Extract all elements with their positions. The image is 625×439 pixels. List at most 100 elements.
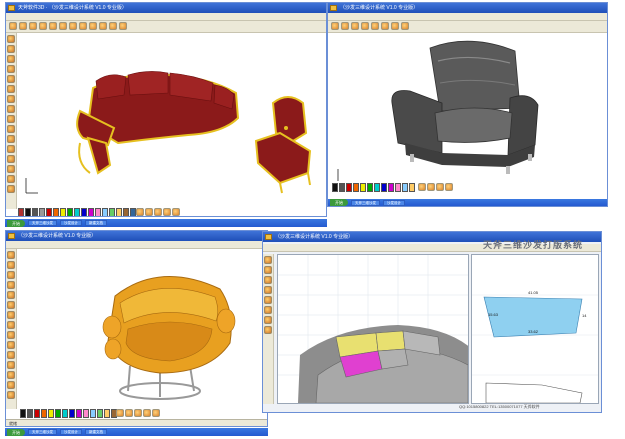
- pane-2d-pattern[interactable]: 41.05 15.63 33.62 14: [471, 254, 599, 404]
- sofa-tool-icon[interactable]: [7, 185, 15, 193]
- color-swatch-icon[interactable]: [48, 409, 54, 418]
- round-chair-3d-model[interactable]: [102, 276, 236, 400]
- color-swatch-icon[interactable]: [27, 409, 33, 418]
- color-swatch-icon[interactable]: [353, 183, 359, 192]
- sofa-tool-icon[interactable]: [7, 135, 15, 143]
- color-swatch-icon[interactable]: [360, 183, 366, 192]
- sofa-tool-icon[interactable]: [7, 95, 15, 103]
- sofa-tool-icon[interactable]: [264, 326, 272, 334]
- material-icon[interactable]: [427, 183, 435, 191]
- color-swatch-icon[interactable]: [67, 208, 73, 216]
- sofa-tool-icon[interactable]: [7, 321, 15, 329]
- sofa-tool-icon[interactable]: [7, 291, 15, 299]
- color-swatch-icon[interactable]: [32, 208, 38, 216]
- sofa-tool-icon[interactable]: [7, 125, 15, 133]
- menu-bar[interactable]: [6, 241, 267, 249]
- color-swatch-icon[interactable]: [55, 409, 61, 418]
- sofa-tool-icon[interactable]: [361, 22, 369, 30]
- sofa-tool-icon[interactable]: [7, 145, 15, 153]
- material-icon[interactable]: [136, 208, 144, 216]
- sofa-tool-icon[interactable]: [59, 22, 67, 30]
- taskbar-item[interactable]: 新建文档: [85, 429, 107, 435]
- sofa-tool-icon[interactable]: [49, 22, 57, 30]
- color-swatch-icon[interactable]: [25, 208, 31, 216]
- color-swatch-icon[interactable]: [116, 208, 122, 216]
- color-swatch-icon[interactable]: [81, 208, 87, 216]
- zoom-tool-icon[interactable]: [7, 271, 15, 279]
- rotate-tool-icon[interactable]: [7, 45, 15, 53]
- sofa-3d-model[interactable]: [76, 71, 240, 175]
- sofa-tool-icon[interactable]: [7, 331, 15, 339]
- sofa-tool-icon[interactable]: [99, 22, 107, 30]
- material-icon[interactable]: [143, 409, 151, 417]
- color-swatch-icon[interactable]: [123, 208, 129, 216]
- viewport-3d-red-sofa[interactable]: [18, 33, 324, 198]
- taskbar-item[interactable]: 沙发设计: [383, 199, 405, 206]
- cut-tool-icon[interactable]: [264, 276, 272, 284]
- sofa-tool-icon[interactable]: [381, 22, 389, 30]
- sofa-tool-icon[interactable]: [29, 22, 37, 30]
- taskbar-item[interactable]: 天斧三维沙发: [351, 199, 380, 206]
- rotate-tool-icon[interactable]: [7, 261, 15, 269]
- material-icon[interactable]: [145, 208, 153, 216]
- taskbar-item[interactable]: 新建文档: [85, 220, 107, 226]
- sofa-tool-icon[interactable]: [7, 351, 15, 359]
- taskbar-item[interactable]: 沙发设计: [60, 429, 82, 435]
- color-swatch-icon[interactable]: [332, 183, 338, 192]
- pan-tool-icon[interactable]: [7, 281, 15, 289]
- sofa-tool-icon[interactable]: [264, 306, 272, 314]
- color-swatch-icon[interactable]: [388, 183, 394, 192]
- color-swatch-icon[interactable]: [102, 208, 108, 216]
- menu-bar[interactable]: [328, 13, 607, 21]
- chair-3d-model[interactable]: [254, 96, 312, 194]
- color-swatch-icon[interactable]: [76, 409, 82, 418]
- pan-tool-icon[interactable]: [7, 65, 15, 73]
- color-swatch-icon[interactable]: [367, 183, 373, 192]
- sofa-tool-icon[interactable]: [7, 391, 15, 399]
- sofa-tool-icon[interactable]: [7, 175, 15, 183]
- color-swatch-icon[interactable]: [95, 208, 101, 216]
- sofa-tool-icon[interactable]: [351, 22, 359, 30]
- sofa-tool-icon[interactable]: [39, 22, 47, 30]
- pattern-outline[interactable]: [485, 382, 583, 403]
- color-swatch-icon[interactable]: [34, 409, 40, 418]
- select-tool-icon[interactable]: [7, 251, 15, 259]
- material-icon[interactable]: [154, 208, 162, 216]
- color-swatch-icon[interactable]: [409, 183, 415, 192]
- save-icon[interactable]: [341, 22, 349, 30]
- sofa-tool-icon[interactable]: [7, 85, 15, 93]
- sofa-tool-icon[interactable]: [7, 361, 15, 369]
- material-icon[interactable]: [163, 208, 171, 216]
- color-swatch-icon[interactable]: [18, 208, 24, 216]
- color-swatch-icon[interactable]: [346, 183, 352, 192]
- sofa-tool-icon[interactable]: [79, 22, 87, 30]
- sofa-tool-icon[interactable]: [7, 105, 15, 113]
- sofa-tool-icon[interactable]: [7, 381, 15, 389]
- sofa-tool-icon[interactable]: [7, 301, 15, 309]
- sofa-tool-icon[interactable]: [7, 165, 15, 173]
- material-icon[interactable]: [418, 183, 426, 191]
- pane-3d[interactable]: [277, 254, 469, 404]
- color-swatch-icon[interactable]: [62, 409, 68, 418]
- start-button[interactable]: 开始: [330, 199, 348, 206]
- sofa-tool-icon[interactable]: [7, 115, 15, 123]
- select-tool-icon[interactable]: [264, 256, 272, 264]
- taskbar-item[interactable]: 天斧三维沙发: [28, 220, 57, 226]
- sofa-tool-icon[interactable]: [7, 341, 15, 349]
- armchair-3d-model[interactable]: [391, 40, 539, 174]
- start-button[interactable]: 开始: [7, 219, 25, 227]
- color-swatch-icon[interactable]: [53, 208, 59, 216]
- measure-tool-icon[interactable]: [264, 286, 272, 294]
- color-swatch-icon[interactable]: [97, 409, 103, 418]
- menu-bar[interactable]: [6, 13, 326, 21]
- sofa-tool-icon[interactable]: [7, 311, 15, 319]
- sofa-tool-icon[interactable]: [7, 155, 15, 163]
- color-swatch-icon[interactable]: [46, 208, 52, 216]
- sofa-tool-icon[interactable]: [401, 22, 409, 30]
- material-icon[interactable]: [172, 208, 180, 216]
- material-icon[interactable]: [125, 409, 133, 417]
- start-button[interactable]: 开始: [7, 428, 25, 436]
- color-swatch-icon[interactable]: [109, 208, 115, 216]
- sofa-tool-icon[interactable]: [264, 296, 272, 304]
- pen-tool-icon[interactable]: [264, 266, 272, 274]
